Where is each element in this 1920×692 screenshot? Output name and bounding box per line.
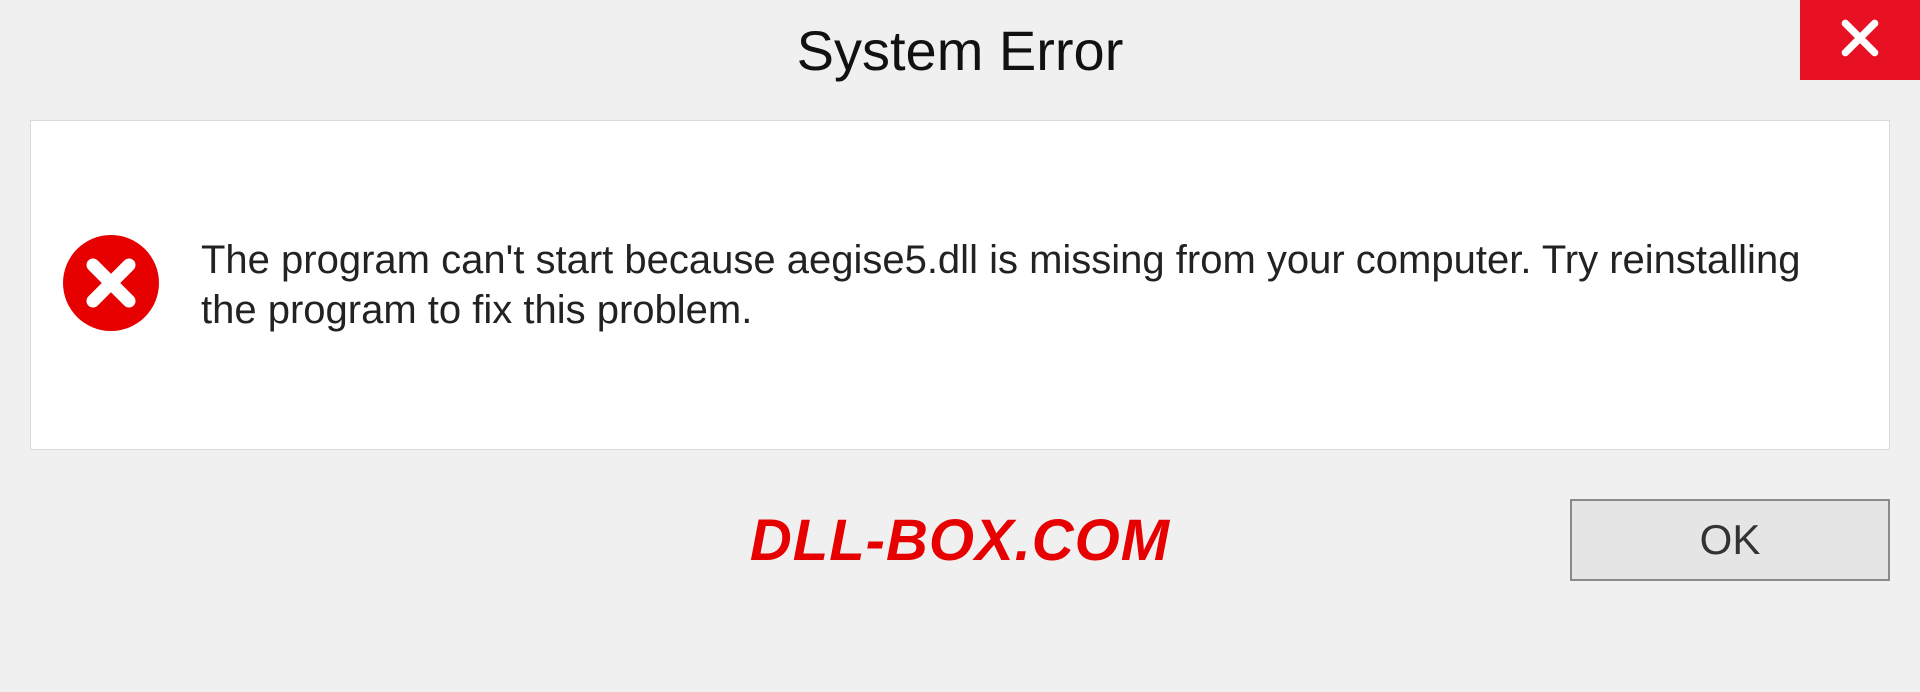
content-panel: The program can't start because aegise5.… [30, 120, 1890, 450]
watermark-text: DLL-BOX.COM [750, 507, 1170, 574]
close-icon [1838, 16, 1882, 65]
window-title: System Error [797, 18, 1124, 83]
titlebar: System Error [0, 0, 1920, 100]
ok-button[interactable]: OK [1570, 499, 1890, 581]
error-message: The program can't start because aegise5.… [201, 235, 1859, 335]
footer: DLL-BOX.COM OK [30, 450, 1890, 630]
error-icon [61, 233, 161, 338]
ok-button-label: OK [1700, 516, 1761, 564]
close-button[interactable] [1800, 0, 1920, 80]
